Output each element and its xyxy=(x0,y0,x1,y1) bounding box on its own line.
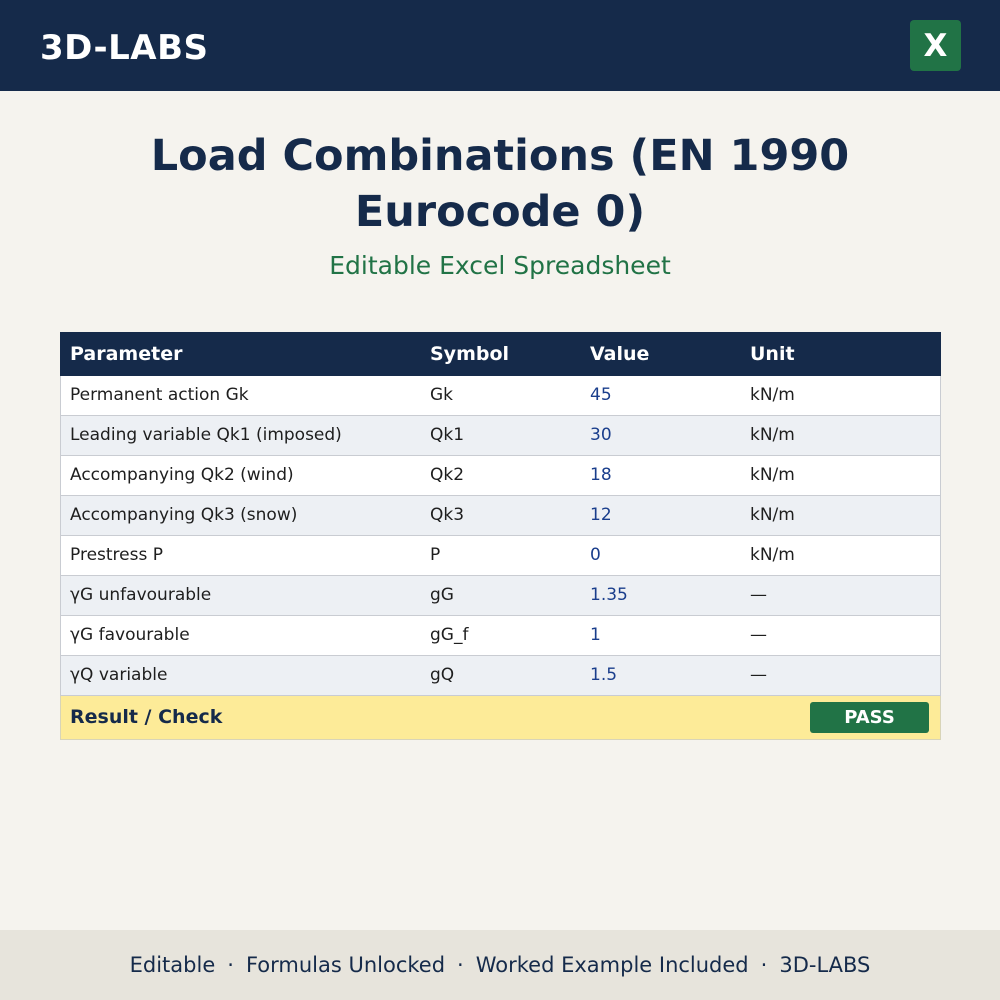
result-row: Result / Check PASS xyxy=(60,696,941,740)
page-subtitle: Editable Excel Spreadsheet xyxy=(329,251,671,280)
result-label: Result / Check xyxy=(70,706,223,728)
table-header: Parameter Symbol Value Unit xyxy=(60,332,941,376)
symbol-cell: Gk xyxy=(430,385,454,405)
table-row: γQ variable gQ 1.5 — xyxy=(60,656,941,696)
table-row: Leading variable Qk1 (imposed) Qk1 30 kN… xyxy=(60,416,941,456)
table-row: γG favourable gG_f 1 — xyxy=(60,616,941,656)
symbol-cell: gG_f xyxy=(430,625,469,645)
table-row: Prestress P P 0 kN/m xyxy=(60,536,941,576)
unit-cell: — xyxy=(750,665,767,685)
symbol-cell: Qk1 xyxy=(430,425,465,445)
parameter-cell: Leading variable Qk1 (imposed) xyxy=(70,425,342,445)
footer-separator: · xyxy=(457,953,464,977)
value-cell: 18 xyxy=(590,465,612,485)
unit-cell: kN/m xyxy=(750,545,795,565)
symbol-cell: gG xyxy=(430,585,454,605)
table-row: Accompanying Qk2 (wind) Qk2 18 kN/m xyxy=(60,456,941,496)
status-badge: PASS xyxy=(810,702,929,733)
value-cell: 0 xyxy=(590,545,601,565)
value-cell: 1.5 xyxy=(590,665,618,685)
symbol-cell: Qk2 xyxy=(430,465,465,485)
value-cell: 45 xyxy=(590,385,612,405)
header-bar: 3D-LABS X xyxy=(0,0,1000,91)
unit-cell: — xyxy=(750,585,767,605)
column-header-unit: Unit xyxy=(750,343,795,365)
footer-item: Worked Example Included xyxy=(475,953,749,977)
page-title: Load Combinations (EN 1990 Eurocode 0) xyxy=(150,131,850,237)
symbol-cell: P xyxy=(430,545,441,565)
value-cell: 12 xyxy=(590,505,612,525)
parameter-cell: Accompanying Qk3 (snow) xyxy=(70,505,298,525)
parameter-cell: Accompanying Qk2 (wind) xyxy=(70,465,294,485)
value-cell: 1.35 xyxy=(590,585,628,605)
column-header-symbol: Symbol xyxy=(430,343,510,365)
parameter-cell: γG favourable xyxy=(70,625,190,645)
footer-separator: · xyxy=(227,953,234,977)
footer-item: Editable xyxy=(129,953,216,977)
footer-item: 3D-LABS xyxy=(779,953,871,977)
unit-cell: kN/m xyxy=(750,425,795,445)
excel-icon: X xyxy=(910,20,961,71)
footer-item: Formulas Unlocked xyxy=(245,953,446,977)
value-cell: 30 xyxy=(590,425,612,445)
column-header-value: Value xyxy=(590,343,650,365)
unit-cell: kN/m xyxy=(750,465,795,485)
parameter-cell: Permanent action Gk xyxy=(70,385,249,405)
parameter-cell: Prestress P xyxy=(70,545,163,565)
symbol-cell: gQ xyxy=(430,665,455,685)
brand-logo: 3D-LABS xyxy=(40,28,209,68)
parameter-cell: γG unfavourable xyxy=(70,585,212,605)
footer-separator: · xyxy=(760,953,768,977)
value-cell: 1 xyxy=(590,625,601,645)
footer-bar: Editable · Formulas Unlocked · Worked Exampl… xyxy=(0,930,1000,1000)
column-header-parameter: Parameter xyxy=(70,343,183,365)
unit-cell: kN/m xyxy=(750,505,795,525)
table-row: Permanent action Gk Gk 45 kN/m xyxy=(60,376,941,416)
parameter-cell: γQ variable xyxy=(70,665,168,685)
table-row: Accompanying Qk3 (snow) Qk3 12 kN/m xyxy=(60,496,941,536)
table-row: γG unfavourable gG 1.35 — xyxy=(60,576,941,616)
unit-cell: kN/m xyxy=(750,385,795,405)
symbol-cell: Qk3 xyxy=(430,505,465,525)
unit-cell: — xyxy=(750,625,767,645)
parameters-table: Parameter Symbol Value Unit Permanent ac… xyxy=(60,332,941,740)
